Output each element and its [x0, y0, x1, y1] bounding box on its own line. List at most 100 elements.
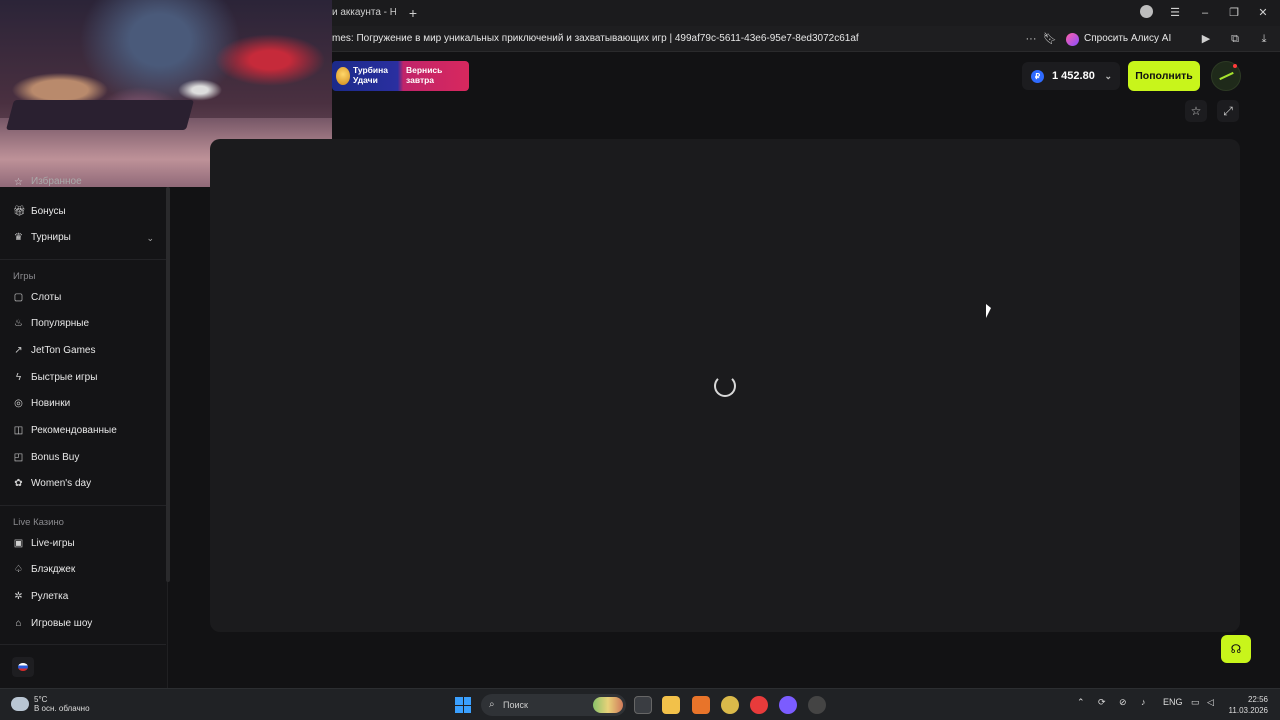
sidebar-item-label: Блэкджек [31, 564, 76, 575]
lightning-icon: ϟ [15, 372, 22, 383]
games-heading: Игры [13, 271, 36, 282]
balance-dropdown[interactable]: ₽ 1 452.80 ⌄ [1022, 62, 1120, 90]
sidebar-item-label: Рекомендованные [31, 425, 117, 436]
language-indicator[interactable]: ENG [1163, 697, 1183, 707]
sidebar-scrollbar[interactable] [166, 187, 170, 582]
roulette-icon: ✲ [14, 591, 23, 602]
app-icon[interactable] [721, 696, 739, 714]
live-casino-heading: Live Казино [13, 517, 64, 528]
promo-subtitle: Вернись завтра [406, 65, 443, 85]
windows-start-icon[interactable] [455, 697, 471, 713]
star-outline-icon: ☆ [1190, 104, 1202, 118]
fl-studio-icon[interactable] [692, 696, 710, 714]
expand-icon: ⤢ [1223, 104, 1233, 118]
alice-icon [1066, 33, 1079, 46]
jetton-icon: ↗ [14, 345, 23, 356]
sidebar-item-bonuses[interactable]: 🎁︎ Бонусы [0, 200, 166, 224]
slots-icon: ▢ [13, 292, 24, 303]
sidebar-item-blackjack[interactable]: ♤ Блэкджек [0, 558, 166, 582]
bag-icon: ◰ [13, 452, 24, 463]
sync-icon[interactable]: ⟳ [1098, 697, 1106, 708]
favorite-star-button[interactable]: ☆ [1185, 100, 1207, 122]
profile-icon[interactable] [1140, 5, 1153, 18]
more-icon[interactable]: ··· [1022, 30, 1040, 48]
weather-cloud-icon[interactable] [11, 697, 29, 711]
avatar-mark-icon [1219, 71, 1234, 81]
sidebar-item-label: Турниры [31, 232, 71, 243]
sidebar-item-womens-day[interactable]: ✿ Women's day [0, 472, 166, 496]
browser-tab[interactable]: и аккаунта - На [332, 4, 396, 22]
tray-overflow-icon[interactable]: ⌃ [1077, 697, 1085, 708]
microphone-icon[interactable]: ♪ [1141, 697, 1146, 707]
sidebar-item-fast-games[interactable]: ϟ Быстрые игры [0, 366, 166, 390]
sidebar-item-jetton-games[interactable]: ↗ JetTon Games [0, 339, 166, 363]
recommended-icon: ◫ [13, 425, 24, 436]
clock-date: 11.03.2026 [1228, 706, 1268, 715]
file-explorer-icon[interactable] [662, 696, 680, 714]
sidebar-item-popular[interactable]: ♨ Популярные [0, 312, 166, 336]
network-off-icon[interactable]: ⊘ [1119, 697, 1127, 708]
sidebar-item-label: Live-игры [31, 538, 75, 549]
maximize-icon[interactable]: ❐ [1225, 4, 1243, 22]
sidebar-item-label: Women's day [31, 478, 92, 489]
sidebar-item-favorites[interactable]: ☆ Избранное [0, 175, 166, 189]
taskbar-search[interactable]: ⌕ Поиск [481, 694, 626, 716]
new-icon: ◎ [14, 398, 23, 409]
new-tab-button[interactable]: + [404, 4, 422, 22]
support-chat-button[interactable]: ☊ [1221, 635, 1251, 663]
url-field[interactable]: mes: Погружение в мир уникальных приключ… [332, 26, 1022, 52]
task-view-icon[interactable] [634, 696, 652, 714]
sidebar-item-label: Игровые шоу [31, 618, 93, 629]
show-icon: ⌂ [15, 618, 22, 629]
download-icon[interactable]: ⤓ [1255, 30, 1273, 48]
loading-spinner-icon [714, 375, 736, 397]
chevron-down-icon: ⌄ [1104, 71, 1112, 81]
media-icon[interactable]: ▶ [1197, 30, 1215, 48]
steam-icon[interactable] [808, 696, 826, 714]
sidebar-item-game-shows[interactable]: ⌂ Игровые шоу [0, 612, 166, 636]
system-clock[interactable]: 22:56 11.03.2026 [1224, 694, 1268, 716]
trophy-icon: ♛ [14, 232, 23, 243]
menu-icon[interactable]: ☰ [1166, 4, 1184, 22]
sidebar-item-label: Бонусы [31, 206, 66, 217]
ruble-icon: ₽ [1031, 70, 1044, 83]
flower-icon: ✿ [14, 478, 23, 489]
sidebar-item-tournaments[interactable]: ♛ Турниры ⌄ [0, 226, 166, 250]
deposit-button[interactable]: Пополнить [1128, 61, 1200, 91]
sidebar-item-label: Быстрые игры [31, 372, 98, 383]
live-icon: ▣ [13, 538, 24, 549]
sidebar-item-slots[interactable]: ▢ Слоты [0, 286, 166, 310]
close-icon[interactable]: ✕ [1254, 4, 1272, 22]
alice-app-icon[interactable] [779, 696, 797, 714]
yandex-browser-icon[interactable] [750, 696, 768, 714]
minimize-icon[interactable]: – [1196, 4, 1214, 22]
fire-icon: ♨ [14, 318, 23, 329]
ask-alice-button[interactable]: Спросить Алису AI [1066, 30, 1171, 48]
extensions-icon[interactable]: ⧉ [1226, 30, 1244, 48]
sidebar-item-roulette[interactable]: ✲ Рулетка [0, 585, 166, 609]
bookmark-icon[interactable]: 🔖︎ [1041, 30, 1059, 48]
sidebar-divider [0, 505, 166, 506]
avatar[interactable] [1211, 61, 1241, 91]
display-icon[interactable]: ▭ [1191, 697, 1200, 708]
sidebar-item-label: Bonus Buy [31, 452, 80, 463]
sidebar-item-label: JetTon Games [31, 345, 96, 356]
volume-icon[interactable]: ◁ [1207, 697, 1214, 708]
notification-dot [1233, 64, 1237, 68]
fullscreen-button[interactable]: ⤢ [1217, 100, 1239, 122]
mouse-cursor-icon [986, 304, 991, 318]
luck-turbine-banner[interactable]: Турбина Удачи Вернись завтра [332, 61, 469, 91]
balance-value: 1 452.80 [1052, 70, 1095, 82]
weather-description: В осн. облачно [34, 704, 90, 713]
weather-widget[interactable]: 5°C В осн. облачно [34, 695, 90, 713]
spade-icon: ♤ [14, 564, 23, 575]
sidebar-item-label: Популярные [31, 318, 90, 329]
sidebar-item-bonus-buy[interactable]: ◰ Bonus Buy [0, 446, 166, 470]
gift-icon: 🎁︎ [13, 206, 26, 217]
language-selector[interactable] [12, 657, 34, 677]
sidebar-divider [0, 644, 166, 645]
sidebar-item-new[interactable]: ◎ Новинки [0, 392, 166, 416]
temperature: 5°C [34, 695, 48, 704]
sidebar-item-recommended[interactable]: ◫ Рекомендованные [0, 419, 166, 443]
sidebar-item-live-games[interactable]: ▣ Live-игры [0, 532, 166, 556]
